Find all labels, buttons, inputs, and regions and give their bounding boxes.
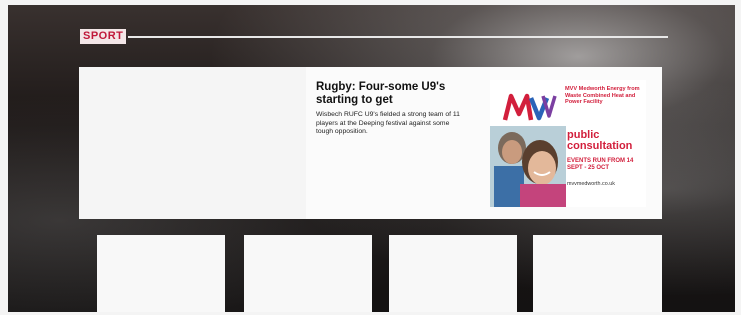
advert-banner[interactable]: MVV Medworth Energy from Waste Combined … (490, 80, 646, 207)
advert-photo (490, 126, 566, 207)
section-divider (128, 36, 668, 38)
advert-headline: public consultation (567, 129, 633, 152)
article-tile[interactable] (97, 235, 225, 312)
advert-url[interactable]: mvvmedworth.co.uk (567, 181, 645, 187)
advert-dates: EVENTS RUN FROM 14 SEPT - 25 OCT (567, 158, 634, 171)
article-tile[interactable] (389, 235, 517, 312)
section-label-sport[interactable]: SPORT (80, 29, 127, 44)
article-summary: Wisbech RUFC U9's fielded a strong team … (316, 111, 460, 135)
advert-description: MVV Medworth Energy from Waste Combined … (565, 86, 640, 106)
article-tile[interactable] (533, 235, 662, 312)
article-image-placeholder[interactable] (79, 67, 306, 219)
article-tiles-row (79, 235, 662, 312)
article-headline[interactable]: Rugby: Four-some U9's starting to get (316, 81, 466, 107)
mvv-logo-icon (502, 93, 557, 121)
frame-right-border (735, 0, 741, 315)
article-tile[interactable] (244, 235, 372, 312)
frame-left-border (0, 0, 8, 315)
frame-top-border (0, 0, 741, 5)
